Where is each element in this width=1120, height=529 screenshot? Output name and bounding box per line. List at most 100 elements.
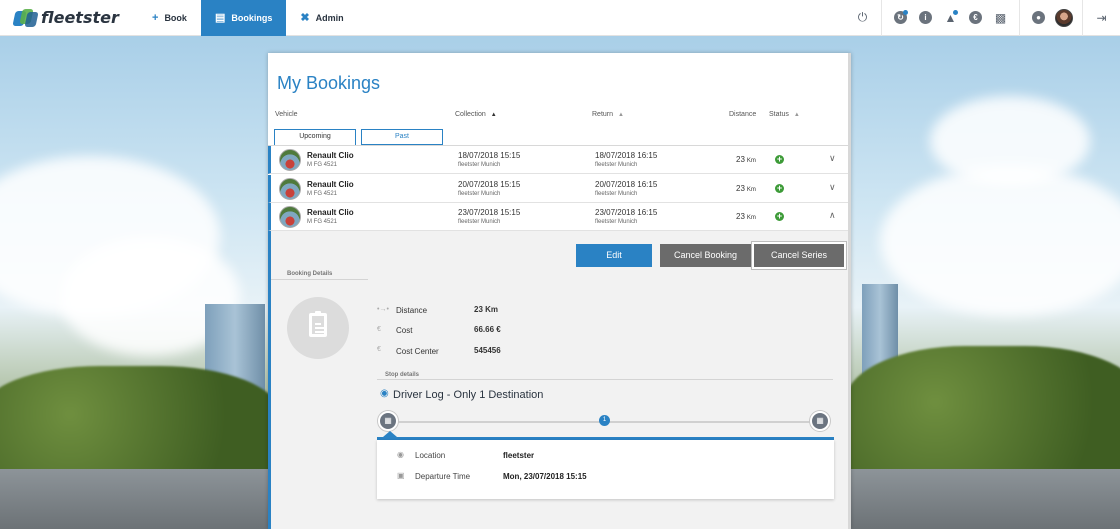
logout-icon[interactable]: ⇥ [1089, 0, 1114, 36]
update-icon[interactable]: ↻ [888, 0, 913, 36]
card-value: fleetster [503, 451, 535, 460]
booking-row[interactable]: Renault Clio M FG 4521 20/07/2018 15:15 … [268, 175, 848, 203]
return-time: 18/07/2018 16:15 [595, 151, 658, 160]
card-label: Location [415, 451, 446, 460]
nav-bookings-label: Bookings [231, 12, 273, 23]
stop-number-badge[interactable]: 1 [599, 415, 610, 426]
card-label: Departure Time [415, 472, 471, 481]
booking-row-expanded[interactable]: Renault Clio M FG 4521 23/07/2018 15:15 … [268, 203, 848, 231]
collection-time: 23/07/2018 15:15 [458, 208, 521, 217]
chevron-up-icon[interactable]: ∧ [829, 210, 836, 221]
vehicle-thumbnail [279, 206, 301, 228]
status-ok-icon: + [775, 183, 784, 193]
collection-location: fleetster Munich [458, 162, 501, 168]
euro-icon: € [377, 346, 381, 353]
return-location: fleetster Munich [595, 191, 638, 197]
header-status-label: Status [769, 111, 789, 118]
page-title: My Bookings [277, 73, 381, 93]
nav-book-label: Book [164, 12, 187, 23]
location-pin-icon: ◉ [380, 388, 389, 399]
distance-icon: •→• [377, 306, 389, 313]
header-status[interactable]: Status ▲ [769, 111, 800, 118]
collection-location: fleetster Munich [458, 191, 501, 197]
sort-asc-icon: ▲ [490, 112, 497, 118]
collection-location: fleetster Munich [458, 219, 501, 225]
tools-icon: ✖ [300, 12, 310, 24]
booking-details-icon [287, 297, 349, 359]
distance-unit: Km [746, 158, 756, 164]
distance-unit: Km [746, 215, 756, 221]
nav-admin-label: Admin [315, 12, 344, 23]
chevron-down-icon[interactable]: ∨ [829, 182, 836, 193]
status-ok-icon: + [775, 154, 784, 164]
return-time: 20/07/2018 16:15 [595, 180, 658, 189]
euro-icon[interactable]: € [963, 0, 988, 36]
vehicle-plate: M FG 4521 [307, 162, 338, 168]
bell-icon[interactable]: ▲ [938, 0, 963, 36]
stop-card: ◉ Location fleetster ▣ Departure Time Mo… [377, 440, 834, 499]
plus-icon: + [152, 11, 159, 24]
document-icon: ▤ [214, 12, 226, 24]
nav-admin[interactable]: ✖ Admin [286, 0, 357, 36]
distance-number: 23 [736, 212, 745, 221]
tab-upcoming[interactable]: Upcoming [274, 129, 356, 146]
building-icon[interactable]: ▦ [378, 411, 398, 431]
distance-value: 23 Km [736, 184, 756, 193]
calendar-icon: ▣ [397, 471, 405, 480]
detail-label: Cost [396, 326, 413, 335]
header-return[interactable]: Return ▲ [592, 111, 624, 118]
user-avatar[interactable] [1051, 0, 1076, 36]
booking-row[interactable]: Renault Clio M FG 4521 18/07/2018 15:15 … [268, 146, 848, 174]
detail-value: 66.66 € [474, 325, 501, 334]
detail-label: Distance [396, 306, 428, 315]
header-distance[interactable]: Distance [729, 111, 756, 118]
header-collection-label: Collection [455, 111, 486, 118]
vehicle-name: Renault Clio [307, 151, 354, 160]
stop-details-label: Stop details [385, 372, 420, 378]
distance-unit: Km [746, 187, 756, 193]
globe-icon[interactable]: ● [1026, 0, 1051, 36]
vehicle-thumbnail [279, 149, 301, 171]
brand-logo[interactable]: fleetster [12, 8, 138, 27]
header-return-label: Return [592, 111, 614, 118]
vehicle-plate: M FG 4521 [307, 219, 338, 225]
bookings-panel: My Bookings Vehicle Collection ▲ Return ▲ … [268, 53, 851, 529]
header-collection[interactable]: Collection ▲ [455, 111, 497, 118]
collection-time: 20/07/2018 15:15 [458, 180, 521, 189]
vehicles-icon[interactable]: ▩ [988, 0, 1013, 36]
nav-book[interactable]: + Book [138, 0, 201, 36]
euro-icon: € [377, 326, 381, 333]
nav-bookings[interactable]: ▤ Bookings [200, 0, 287, 36]
vehicle-name: Renault Clio [307, 180, 354, 189]
booking-details: Edit Cancel Booking Cancel Series Bookin… [268, 231, 848, 529]
distance-value: 23 Km [736, 212, 756, 221]
return-time: 23/07/2018 16:15 [595, 208, 658, 217]
location-pin-icon: ◉ [397, 450, 404, 459]
cancel-series-button[interactable]: Cancel Series [754, 244, 844, 267]
info-icon[interactable]: i [913, 0, 938, 36]
sort-icon: ▲ [793, 112, 800, 118]
return-location: fleetster Munich [595, 162, 638, 168]
power-icon[interactable]: ⏻ [850, 0, 875, 36]
detail-value: 23 Km [474, 305, 499, 314]
building-icon[interactable]: ▦ [810, 411, 830, 431]
distance-value: 23 Km [736, 155, 756, 164]
chevron-down-icon[interactable]: ∨ [829, 153, 836, 164]
card-value: Mon, 23/07/2018 15:15 [503, 472, 587, 481]
distance-number: 23 [736, 155, 745, 164]
header-vehicle[interactable]: Vehicle [275, 111, 298, 118]
return-location: fleetster Munich [595, 219, 638, 225]
collection-time: 18/07/2018 15:15 [458, 151, 521, 160]
tab-past[interactable]: Past [361, 129, 443, 145]
vehicle-plate: M FG 4521 [307, 191, 338, 197]
vehicle-name: Renault Clio [307, 208, 354, 217]
stop-title: Driver Log - Only 1 Destination [393, 389, 544, 401]
cancel-booking-button[interactable]: Cancel Booking [660, 244, 751, 267]
brand-name: fleetster [41, 8, 119, 27]
section-label: Booking Details [287, 271, 333, 277]
edit-button[interactable]: Edit [576, 244, 652, 267]
distance-number: 23 [736, 184, 745, 193]
top-navbar: fleetster + Book ▤ Bookings ✖ Admin ⏻ ↻ … [0, 0, 1120, 36]
sort-icon: ▲ [618, 112, 624, 118]
vehicle-thumbnail [279, 178, 301, 200]
